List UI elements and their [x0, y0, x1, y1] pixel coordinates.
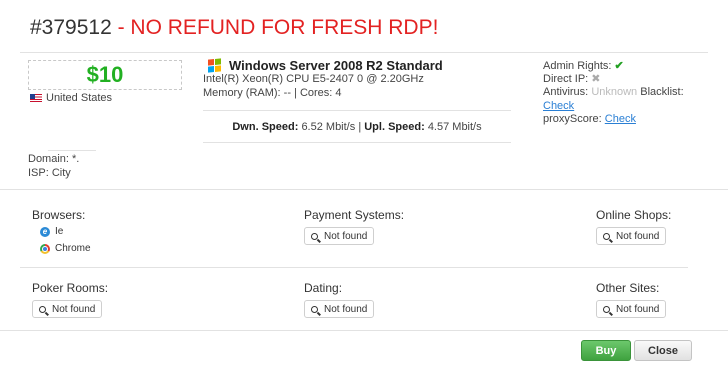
us-flag-icon: [30, 94, 42, 102]
browser-ie-label: Ie: [55, 226, 64, 237]
down-speed-label: Dwn. Speed:: [232, 120, 299, 133]
footer-divider: [0, 330, 728, 331]
direct-ip: Direct IP: ✖: [543, 72, 601, 85]
os-name: Windows Server 2008 R2 Standard: [229, 58, 443, 73]
down-speed-value: 6.52 Mbit/s: [301, 120, 356, 133]
proxy-score-label: proxyScore:: [543, 113, 602, 125]
price-box: $10: [28, 60, 182, 90]
admin-rights-label: Admin Rights:: [543, 60, 612, 72]
chrome-icon: [40, 243, 50, 254]
proxy-score-check-link[interactable]: Check: [605, 113, 636, 125]
online-shops-not-found-label: Not found: [616, 230, 660, 242]
other-sites-not-found-button[interactable]: Not found: [596, 300, 667, 318]
speed-box: Dwn. Speed: 6.52 Mbit/s | Upl. Speed: 4.…: [203, 110, 511, 143]
antivirus-value: Unknown: [591, 86, 638, 98]
domain: Domain: *.: [28, 153, 80, 165]
poker-rooms-not-found-button[interactable]: Not found: [32, 300, 103, 318]
check-icon: ✔: [614, 60, 624, 72]
refund-notice: - NO REFUND FOR FRESH RDP!: [117, 16, 439, 39]
cpu: Intel(R) Xeon(R) CPU E5-2407 0 @ 2.20GHz: [203, 73, 424, 85]
buy-button[interactable]: Buy: [581, 340, 631, 361]
speed-separator: |: [358, 120, 362, 133]
search-icon: [311, 305, 318, 313]
browser-item-ie: e Ie: [40, 226, 63, 237]
country-name: United States: [46, 92, 113, 104]
ie-icon: e: [40, 226, 50, 237]
antivirus-label: Antivirus:: [543, 86, 589, 98]
online-shops-not-found-button[interactable]: Not found: [596, 227, 667, 245]
info-divider: [0, 189, 728, 190]
blacklist-check: Check: [543, 100, 574, 112]
dating-not-found-label: Not found: [324, 303, 368, 315]
order-id: #379512: [30, 16, 112, 39]
payment-systems-label: Payment Systems:: [304, 208, 405, 222]
memory: Memory (RAM): -- | Cores: 4: [203, 87, 342, 99]
country: United States: [30, 92, 112, 104]
proxy-score: proxyScore: Check: [543, 113, 636, 125]
x-icon: ✖: [591, 73, 601, 85]
dating-label: Dating:: [304, 281, 343, 295]
online-shops-label: Online Shops:: [596, 208, 672, 222]
other-sites-not-found-label: Not found: [616, 303, 660, 315]
browser-chrome-label: Chrome: [55, 243, 91, 254]
poker-rooms-not-found-label: Not found: [52, 303, 96, 315]
blacklist-label: Blacklist:: [640, 86, 684, 98]
up-speed-label: Upl. Speed:: [364, 120, 425, 133]
search-icon: [39, 305, 46, 313]
direct-ip-label: Direct IP:: [543, 73, 589, 85]
poker-rooms-label: Poker Rooms:: [32, 281, 109, 295]
close-button[interactable]: Close: [634, 340, 692, 361]
browsers-label: Browsers:: [32, 208, 86, 222]
antivirus: Antivirus: Unknown Blacklist:: [543, 86, 684, 98]
modal-title: #379512 - NO REFUND FOR FRESH RDP!: [30, 16, 438, 40]
payment-systems-not-found-button[interactable]: Not found: [304, 227, 375, 245]
isp: ISP: City: [28, 167, 71, 179]
payment-systems-not-found-label: Not found: [324, 230, 368, 242]
search-icon: [311, 232, 318, 240]
search-icon: [603, 232, 610, 240]
small-divider: [48, 150, 96, 151]
other-sites-label: Other Sites:: [596, 281, 660, 295]
dating-not-found-button[interactable]: Not found: [304, 300, 375, 318]
browser-item-chrome: Chrome: [40, 243, 91, 254]
blacklist-check-link[interactable]: Check: [543, 100, 574, 112]
search-icon: [603, 305, 610, 313]
admin-rights: Admin Rights: ✔: [543, 59, 624, 72]
price: $10: [86, 62, 124, 87]
windows-icon: [208, 58, 221, 73]
os-row: Windows Server 2008 R2 Standard: [208, 58, 443, 73]
header-divider: [20, 52, 708, 53]
up-speed-value: 4.57 Mbit/s: [427, 120, 482, 133]
sections-divider: [20, 267, 688, 268]
